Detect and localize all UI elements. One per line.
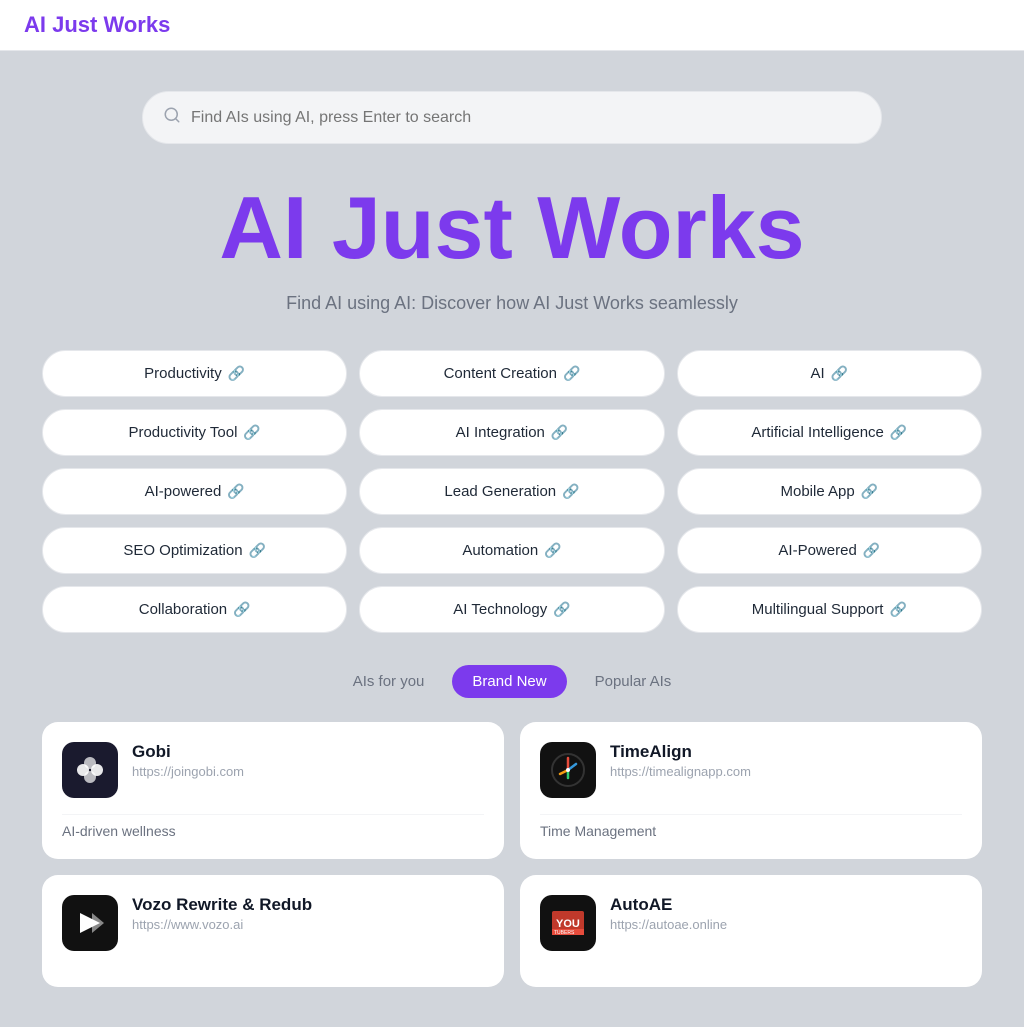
tag-content-creation[interactable]: Content Creation 🔗 bbox=[359, 350, 664, 397]
card-url: https://www.vozo.ai bbox=[132, 917, 312, 932]
search-input[interactable] bbox=[191, 109, 861, 127]
tag-label: Lead Generation bbox=[444, 483, 556, 500]
link-icon: 🔗 bbox=[861, 483, 878, 500]
card-logo-timealign bbox=[540, 742, 596, 798]
card-top: YOU TUBERS TUBERS AutoAE https://autoae.… bbox=[540, 895, 962, 951]
card-logo-autoae: YOU TUBERS TUBERS bbox=[540, 895, 596, 951]
tag-ai-powered[interactable]: AI-powered 🔗 bbox=[42, 468, 347, 515]
card-name: Gobi bbox=[132, 742, 244, 762]
search-container bbox=[142, 91, 882, 144]
card-autoae[interactable]: YOU TUBERS TUBERS AutoAE https://autoae.… bbox=[520, 875, 982, 987]
tag-multilingual-support[interactable]: Multilingual Support 🔗 bbox=[677, 586, 982, 633]
tag-collaboration[interactable]: Collaboration 🔗 bbox=[42, 586, 347, 633]
hero-title: AI Just Works bbox=[24, 180, 1000, 277]
header: AI Just Works bbox=[0, 0, 1024, 51]
link-icon: 🔗 bbox=[233, 601, 250, 618]
link-icon: 🔗 bbox=[863, 542, 880, 559]
tag-ai-powered-2[interactable]: AI-Powered 🔗 bbox=[677, 527, 982, 574]
tag-ai[interactable]: AI 🔗 bbox=[677, 350, 982, 397]
tag-ai-integration[interactable]: AI Integration 🔗 bbox=[359, 409, 664, 456]
tag-label: AI bbox=[811, 365, 825, 382]
card-top: Vozo Rewrite & Redub https://www.vozo.ai bbox=[62, 895, 484, 951]
svg-text:TUBERS: TUBERS bbox=[554, 930, 575, 936]
card-name: AutoAE bbox=[610, 895, 727, 915]
card-timealign[interactable]: TimeAlign https://timealignapp.com Time … bbox=[520, 722, 982, 859]
filter-tabs: AIs for youBrand New Popular AIs bbox=[24, 665, 1000, 698]
filter-tab-brand-new[interactable]: Brand New bbox=[452, 665, 566, 698]
tag-label: Productivity Tool bbox=[128, 424, 237, 441]
card-vozo[interactable]: Vozo Rewrite & Redub https://www.vozo.ai bbox=[42, 875, 504, 987]
link-icon: 🔗 bbox=[563, 365, 580, 382]
card-info: TimeAlign https://timealignapp.com bbox=[610, 742, 751, 779]
card-url: https://joingobi.com bbox=[132, 764, 244, 779]
card-top: Gobi https://joingobi.com bbox=[62, 742, 484, 798]
tag-mobile-app[interactable]: Mobile App 🔗 bbox=[677, 468, 982, 515]
tag-label: AI Integration bbox=[456, 424, 545, 441]
card-description: Time Management bbox=[540, 814, 962, 839]
card-info: Vozo Rewrite & Redub https://www.vozo.ai bbox=[132, 895, 312, 932]
tag-label: Collaboration bbox=[139, 601, 227, 618]
link-icon: 🔗 bbox=[889, 601, 906, 618]
tags-grid: Productivity🔗Content Creation🔗AI🔗Product… bbox=[42, 350, 982, 633]
link-icon: 🔗 bbox=[831, 365, 848, 382]
tag-label: Productivity bbox=[144, 365, 222, 382]
card-logo-vozo bbox=[62, 895, 118, 951]
card-top: TimeAlign https://timealignapp.com bbox=[540, 742, 962, 798]
cards-grid: Gobi https://joingobi.com AI-driven well… bbox=[42, 722, 982, 987]
tag-label: AI Technology bbox=[453, 601, 547, 618]
card-gobi[interactable]: Gobi https://joingobi.com AI-driven well… bbox=[42, 722, 504, 859]
tag-label: AI-Powered bbox=[778, 542, 856, 559]
card-name: Vozo Rewrite & Redub bbox=[132, 895, 312, 915]
filter-tab-ais-for-you[interactable]: AIs for you bbox=[333, 665, 445, 698]
tag-label: Mobile App bbox=[781, 483, 855, 500]
link-icon: 🔗 bbox=[562, 483, 579, 500]
tag-seo-optimization[interactable]: SEO Optimization 🔗 bbox=[42, 527, 347, 574]
tag-label: Multilingual Support bbox=[752, 601, 884, 618]
link-icon: 🔗 bbox=[227, 483, 244, 500]
card-logo-gobi bbox=[62, 742, 118, 798]
main-content: AI Just Works Find AI using AI: Discover… bbox=[0, 51, 1024, 1027]
filter-tab-popular-ais[interactable]: Popular AIs bbox=[575, 665, 692, 698]
card-url: https://autoae.online bbox=[610, 917, 727, 932]
site-logo[interactable]: AI Just Works bbox=[24, 12, 170, 38]
card-description: AI-driven wellness bbox=[62, 814, 484, 839]
tag-label: SEO Optimization bbox=[123, 542, 242, 559]
link-icon: 🔗 bbox=[890, 424, 907, 441]
link-icon: 🔗 bbox=[551, 424, 568, 441]
link-icon: 🔗 bbox=[249, 542, 266, 559]
tag-lead-generation[interactable]: Lead Generation 🔗 bbox=[359, 468, 664, 515]
tag-label: Artificial Intelligence bbox=[751, 424, 884, 441]
tag-productivity[interactable]: Productivity 🔗 bbox=[42, 350, 347, 397]
card-name: TimeAlign bbox=[610, 742, 751, 762]
link-icon: 🔗 bbox=[228, 365, 245, 382]
card-info: AutoAE https://autoae.online bbox=[610, 895, 727, 932]
card-info: Gobi https://joingobi.com bbox=[132, 742, 244, 779]
tag-label: AI-powered bbox=[145, 483, 222, 500]
search-icon bbox=[163, 106, 181, 129]
link-icon: 🔗 bbox=[243, 424, 260, 441]
card-url: https://timealignapp.com bbox=[610, 764, 751, 779]
tag-label: Content Creation bbox=[444, 365, 557, 382]
tag-artificial-intelligence[interactable]: Artificial Intelligence 🔗 bbox=[677, 409, 982, 456]
hero-subtitle: Find AI using AI: Discover how AI Just W… bbox=[24, 293, 1000, 314]
tag-productivity-tool[interactable]: Productivity Tool 🔗 bbox=[42, 409, 347, 456]
tag-automation[interactable]: Automation 🔗 bbox=[359, 527, 664, 574]
tag-label: Automation bbox=[462, 542, 538, 559]
link-icon: 🔗 bbox=[553, 601, 570, 618]
link-icon: 🔗 bbox=[544, 542, 561, 559]
search-bar bbox=[142, 91, 882, 144]
tag-ai-technology[interactable]: AI Technology 🔗 bbox=[359, 586, 664, 633]
